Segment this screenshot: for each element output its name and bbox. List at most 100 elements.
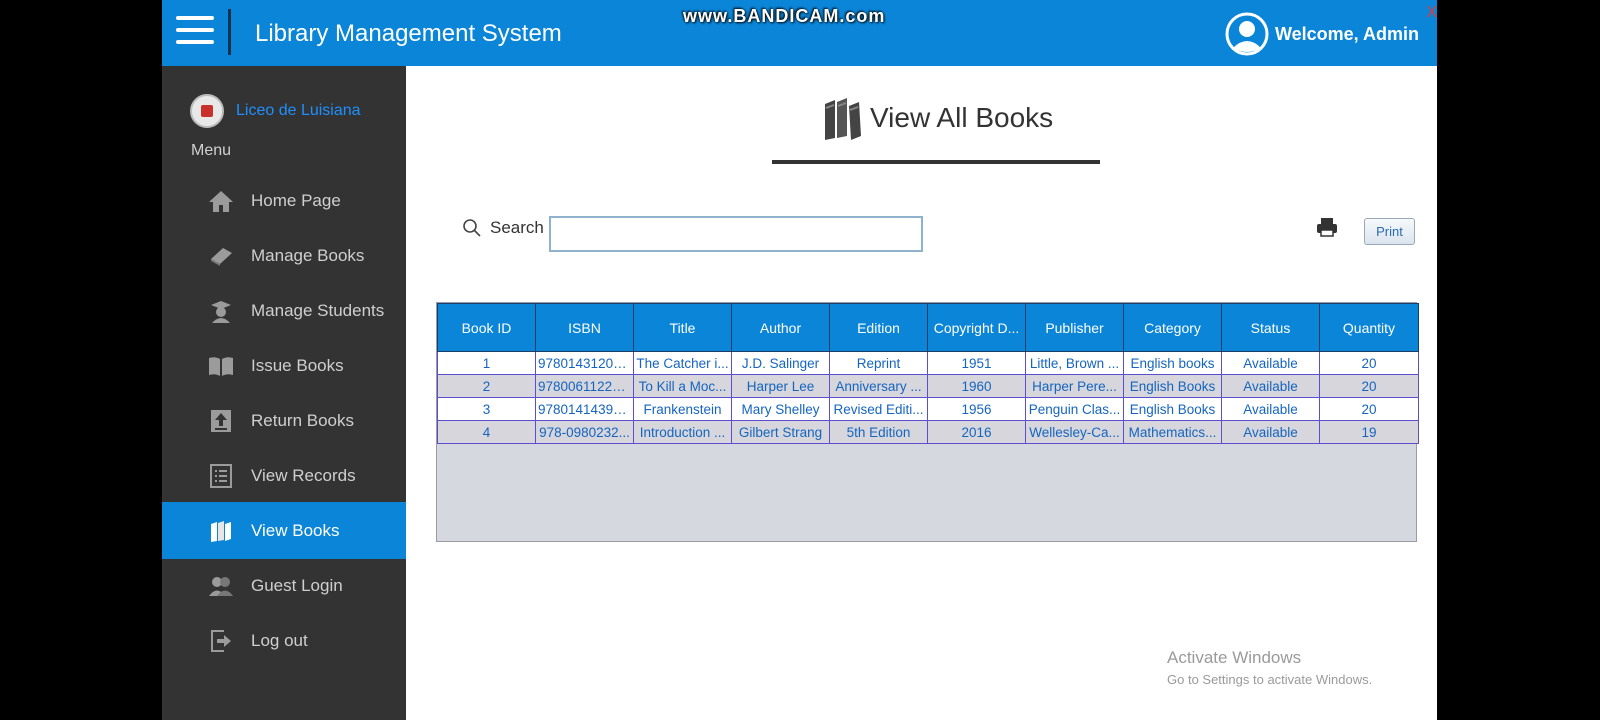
sidebar-item-label: Manage Books [251,245,365,265]
books-table: Book ID ISBN Title Author Edition Copyri… [436,302,1419,542]
books-icon [207,518,235,544]
table-cell[interactable]: Gilbert Strang [731,420,830,444]
table-cell[interactable]: 20 [1319,374,1419,398]
app-window: Library Management System Welcome, Admin… [162,0,1437,720]
sidebar-item-view-records[interactable]: View Records [162,447,406,504]
sidebar-item-label: Return Books [251,410,354,430]
table-cell[interactable]: Penguin Clas... [1025,397,1124,421]
close-icon[interactable]: X [1426,4,1437,22]
sidebar-item-label: Manage Students [251,300,385,320]
sidebar-item-label: Issue Books [251,355,344,375]
table-cell[interactable]: Available [1221,374,1320,398]
school-brand: Liceo de Luisiana [190,94,361,128]
table-cell[interactable]: To Kill a Moc... [633,374,732,398]
column-header[interactable]: Book ID [437,303,536,352]
search-label: Search [490,218,544,237]
sidebar-item-label: Home Page [251,190,341,210]
watermark-title: Activate Windows [1167,648,1302,667]
column-header[interactable]: ISBN [535,303,634,352]
menu-label: Menu [191,142,232,159]
table-cell[interactable]: Anniversary ... [829,374,928,398]
page-title: View All Books [870,102,1054,133]
print-button[interactable]: Print [1364,218,1415,245]
column-header[interactable]: Edition [829,303,928,352]
sidebar-item-manage-students[interactable]: Manage Students [162,282,406,339]
sidebar: Liceo de Luisiana Menu Home Page Manage … [162,66,406,720]
table-cell[interactable]: Mathematics... [1123,420,1222,444]
table-cell[interactable]: 2016 [927,420,1026,444]
watermark-subtitle: Go to Settings to activate Windows. [1167,672,1373,687]
table-cell[interactable]: 19 [1319,420,1419,444]
table-cell[interactable]: Wellesley-Ca... [1025,420,1124,444]
table-cell[interactable]: English Books [1123,374,1222,398]
table-cell[interactable]: 20 [1319,351,1419,375]
table-cell[interactable]: 2 [437,374,536,398]
table-cell[interactable]: Available [1221,397,1320,421]
home-icon [207,188,235,214]
column-header[interactable]: Status [1221,303,1320,352]
column-header[interactable]: Author [731,303,830,352]
table-cell[interactable]: 5th Edition [829,420,928,444]
column-header[interactable]: Title [633,303,732,352]
printer-icon[interactable] [1316,216,1338,238]
table-cell[interactable]: 1960 [927,374,1026,398]
table-cell[interactable]: J.D. Salinger [731,351,830,375]
table-cell[interactable]: Available [1221,420,1320,444]
sidebar-item-label: View Books [251,520,340,540]
table-row[interactable]: 3 9780141439471 Frankenstein Mary Shelle… [437,397,1419,421]
table-cell[interactable]: Reprint [829,351,928,375]
column-header[interactable]: Copyright D... [927,303,1026,352]
app-title: Library Management System [255,20,562,47]
table-header-row: Book ID ISBN Title Author Edition Copyri… [437,303,1419,352]
column-header[interactable]: Category [1123,303,1222,352]
table-cell[interactable]: 9780143120280 [535,351,634,375]
table-cell[interactable]: Revised Editi... [829,397,928,421]
column-header[interactable]: Publisher [1025,303,1124,352]
open-book-icon [207,353,235,379]
sidebar-item-label: Log out [251,630,308,650]
user-area: Welcome, Admin [1225,12,1419,56]
sidebar-item-home-page[interactable]: Home Page [162,172,406,229]
table-cell[interactable]: 978-0980232... [535,420,634,444]
sidebar-item-issue-books[interactable]: Issue Books [162,337,406,394]
welcome-text: Welcome, Admin [1274,23,1419,44]
table-cell[interactable]: 3 [437,397,536,421]
sidebar-item-return-books[interactable]: Return Books [162,392,406,449]
sidebar-item-guest-login[interactable]: Guest Login [162,557,406,614]
column-header[interactable]: Quantity [1319,303,1419,352]
sidebar-item-log-out[interactable]: Log out [162,612,406,669]
table-cell[interactable]: 1951 [927,351,1026,375]
logout-icon [207,628,235,654]
list-icon [207,463,235,489]
table-cell[interactable]: 9780061122415 [535,374,634,398]
table-cell[interactable]: 20 [1319,397,1419,421]
activate-windows-watermark: Activate Windows Go to Settings to activ… [1167,648,1372,687]
table-cell[interactable]: The Catcher i... [633,351,732,375]
school-logo [190,94,224,128]
table-cell[interactable]: Frankenstein [633,397,732,421]
table-cell[interactable]: 1 [437,351,536,375]
hamburger-menu-icon[interactable] [176,16,214,48]
table-row[interactable]: 2 9780061122415 To Kill a Moc... Harper … [437,374,1419,398]
upload-icon [207,408,235,434]
sidebar-item-manage-books[interactable]: Manage Books [162,227,406,284]
table-cell[interactable]: 9780141439471 [535,397,634,421]
title-underline [772,160,1100,164]
table-cell[interactable]: English books [1123,351,1222,375]
topbar-divider [228,9,231,55]
sidebar-item-view-books[interactable]: View Books [162,502,406,559]
table-cell[interactable]: Mary Shelley [731,397,830,421]
table-cell[interactable]: Harper Lee [731,374,830,398]
user-avatar-icon [1225,12,1269,56]
table-cell[interactable]: English Books [1123,397,1222,421]
table-cell[interactable]: Harper Pere... [1025,374,1124,398]
table-cell[interactable]: 1956 [927,397,1026,421]
table-cell[interactable]: Available [1221,351,1320,375]
table-row[interactable]: 1 9780143120280 The Catcher i... J.D. Sa… [437,351,1419,375]
table-row[interactable]: 4 978-0980232... Introduction ... Gilber… [437,420,1419,444]
search-input[interactable] [549,216,923,252]
table-cell[interactable]: Little, Brown ... [1025,351,1124,375]
books-icon [825,98,861,140]
table-cell[interactable]: Introduction ... [633,420,732,444]
table-cell[interactable]: 4 [437,420,536,444]
